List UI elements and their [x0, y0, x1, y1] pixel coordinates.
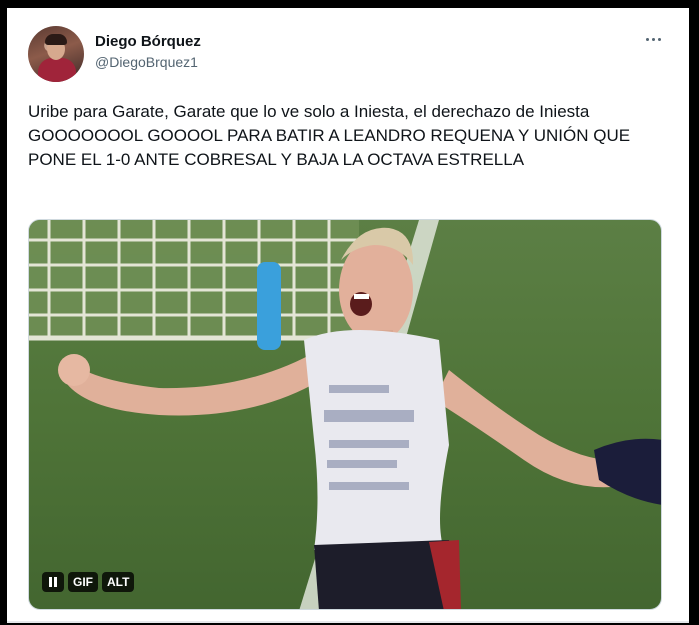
water-bottle	[257, 262, 281, 350]
author-name[interactable]: Diego Bórquez	[95, 33, 201, 50]
pause-icon[interactable]	[42, 572, 64, 592]
alt-button[interactable]: ALT	[102, 572, 135, 592]
avatar-shirt	[38, 58, 76, 82]
pause-bar	[49, 577, 52, 587]
more-dot	[657, 37, 661, 41]
gif-badge: GIF	[68, 572, 98, 592]
avatar-hair	[45, 34, 67, 45]
goal-net	[29, 220, 359, 341]
player-head	[339, 238, 413, 342]
more-dot	[645, 37, 649, 41]
pause-bar	[54, 577, 57, 587]
more-dot	[651, 37, 655, 41]
player-glove	[594, 438, 661, 505]
tweet-text: Uribe para Garate, Garate que lo ve solo…	[28, 102, 631, 169]
media-badges: GIF ALT	[42, 572, 135, 592]
tweet-card[interactable]: Diego Bórquez @DiegoBrquez1 Uribe para G…	[7, 8, 689, 623]
player-left-arm	[64, 350, 329, 416]
more-horizontal-icon[interactable]	[641, 29, 665, 49]
author-handle[interactable]: @DiegoBrquez1	[95, 54, 198, 70]
tweet-media-gif[interactable]: GIF ALT	[28, 219, 662, 610]
avatar[interactable]	[28, 26, 84, 82]
gif-frame	[29, 220, 661, 609]
